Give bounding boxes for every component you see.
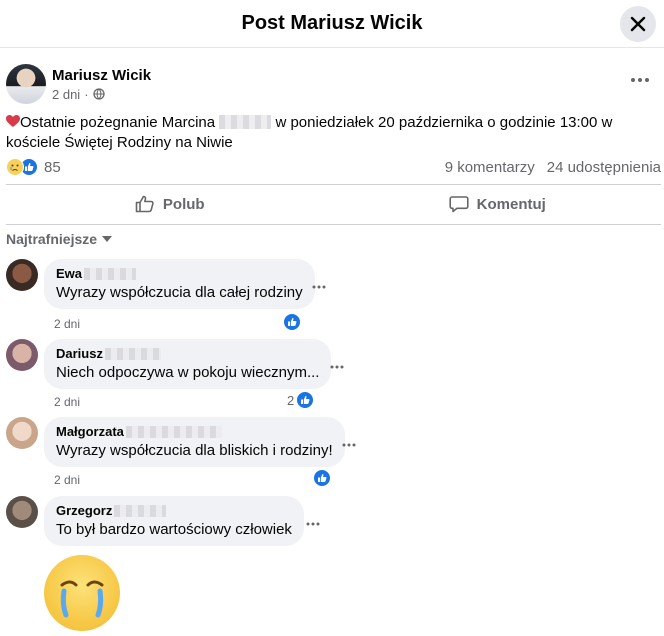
like-icon (135, 195, 154, 213)
globe-icon (92, 88, 105, 100)
comment-more-button[interactable] (330, 356, 344, 373)
sort-label: Najtrafniejsze (6, 231, 98, 247)
comment-bubble: Ewa Wyrazy współczucia dla całej rodziny (44, 259, 315, 309)
redacted-surname (114, 504, 167, 517)
sad-emoji-icon (44, 555, 120, 631)
dialog-title: Post Mariusz Wicik (241, 12, 423, 34)
comment-text: Wyrazy współczucia dla bliskich i rodzin… (56, 442, 333, 459)
comment-bubble: Grzegorz To był bardzo wartościowy człow… (44, 496, 304, 546)
redacted-surname (125, 425, 222, 438)
redacted-surname (219, 115, 272, 129)
author-avatar[interactable] (6, 64, 46, 104)
more-icon (342, 443, 356, 447)
redacted-surname (84, 267, 137, 280)
comment-reactions[interactable]: 2 (287, 391, 315, 409)
dialog-header: Post Mariusz Wicik (0, 0, 664, 48)
shares-count[interactable]: 24 udostępnienia (547, 159, 661, 176)
commenter-avatar[interactable] (6, 417, 38, 449)
like-icon (296, 391, 315, 409)
comment-more-button[interactable] (342, 434, 356, 451)
comment-like-count: 2 (287, 392, 295, 408)
sad-reaction-icon (6, 158, 24, 176)
commenter-name[interactable]: Małgorzata (56, 424, 124, 439)
commenter-name[interactable]: Ewa (56, 266, 82, 281)
comment-bubble: Małgorzata Wyrazy współczucia dla bliski… (44, 417, 345, 467)
close-button[interactable] (620, 6, 656, 42)
comment-label: Komentuj (476, 195, 546, 213)
comment-reactions[interactable] (311, 469, 331, 487)
comment-text: Niech odpoczywa w pokoju wiecznym... (56, 364, 320, 381)
like-button[interactable]: Polub (6, 195, 334, 213)
commenter-avatar[interactable] (6, 259, 38, 291)
more-icon (631, 78, 649, 82)
comment-bubble: Dariusz Niech odpoczywa w pokoju wieczny… (44, 339, 332, 389)
post-time[interactable]: 2 dni (52, 87, 80, 102)
commenter-name[interactable]: Grzegorz (56, 503, 112, 518)
comment-item: Ewa Wyrazy współczucia dla całej rodziny (6, 259, 315, 309)
comment-text: Wyrazy współczucia dla całej rodziny (56, 284, 303, 301)
reaction-icons[interactable] (6, 158, 38, 176)
more-icon (306, 522, 320, 526)
reactions-summary: 85 9 komentarzy 24 udostępnienia (6, 158, 661, 176)
comment-item: Dariusz Niech odpoczywa w pokoju wieczny… (6, 339, 332, 389)
comment-time[interactable]: 2 dni (54, 395, 80, 409)
heart-icon (6, 115, 20, 127)
comment-time[interactable]: 2 dni (54, 473, 80, 487)
comment-reactions[interactable] (281, 313, 301, 331)
like-label: Polub (162, 195, 205, 213)
reaction-count[interactable]: 85 (44, 159, 61, 176)
post-text-start: Ostatnie pożegnanie Marcina (20, 114, 216, 131)
comments-count[interactable]: 9 komentarzy (445, 159, 535, 176)
divider (6, 224, 661, 225)
like-icon (313, 469, 331, 487)
chevron-down-icon (102, 236, 113, 242)
comment-more-button[interactable] (306, 513, 320, 530)
post-header: Mariusz Wicik 2 dni · (6, 64, 151, 104)
close-icon (630, 16, 646, 32)
divider (6, 184, 661, 185)
commenter-avatar[interactable] (6, 496, 38, 528)
redacted-surname (104, 347, 161, 360)
comment-more-button[interactable] (312, 276, 326, 293)
comment-text: To był bardzo wartościowy człowiek (56, 521, 292, 538)
comment-sort-dropdown[interactable]: Najtrafniejsze (6, 231, 113, 247)
post-text: Ostatnie pożegnanie Marcina w poniedział… (6, 113, 661, 153)
like-icon (283, 313, 301, 331)
commenter-name[interactable]: Dariusz (56, 346, 103, 361)
comment-icon (449, 196, 469, 213)
more-icon (330, 365, 344, 369)
author-name[interactable]: Mariusz Wicik (52, 67, 151, 84)
comment-time[interactable]: 2 dni (54, 317, 80, 331)
comment-item: Grzegorz To był bardzo wartościowy człow… (6, 496, 304, 546)
commenter-avatar[interactable] (6, 339, 38, 371)
more-icon (312, 285, 326, 289)
comment-item: Małgorzata Wyrazy współczucia dla bliski… (6, 417, 345, 467)
post-actions: Polub Komentuj (6, 186, 661, 222)
post-more-button[interactable] (628, 70, 652, 90)
comment-button[interactable]: Komentuj (334, 195, 662, 213)
